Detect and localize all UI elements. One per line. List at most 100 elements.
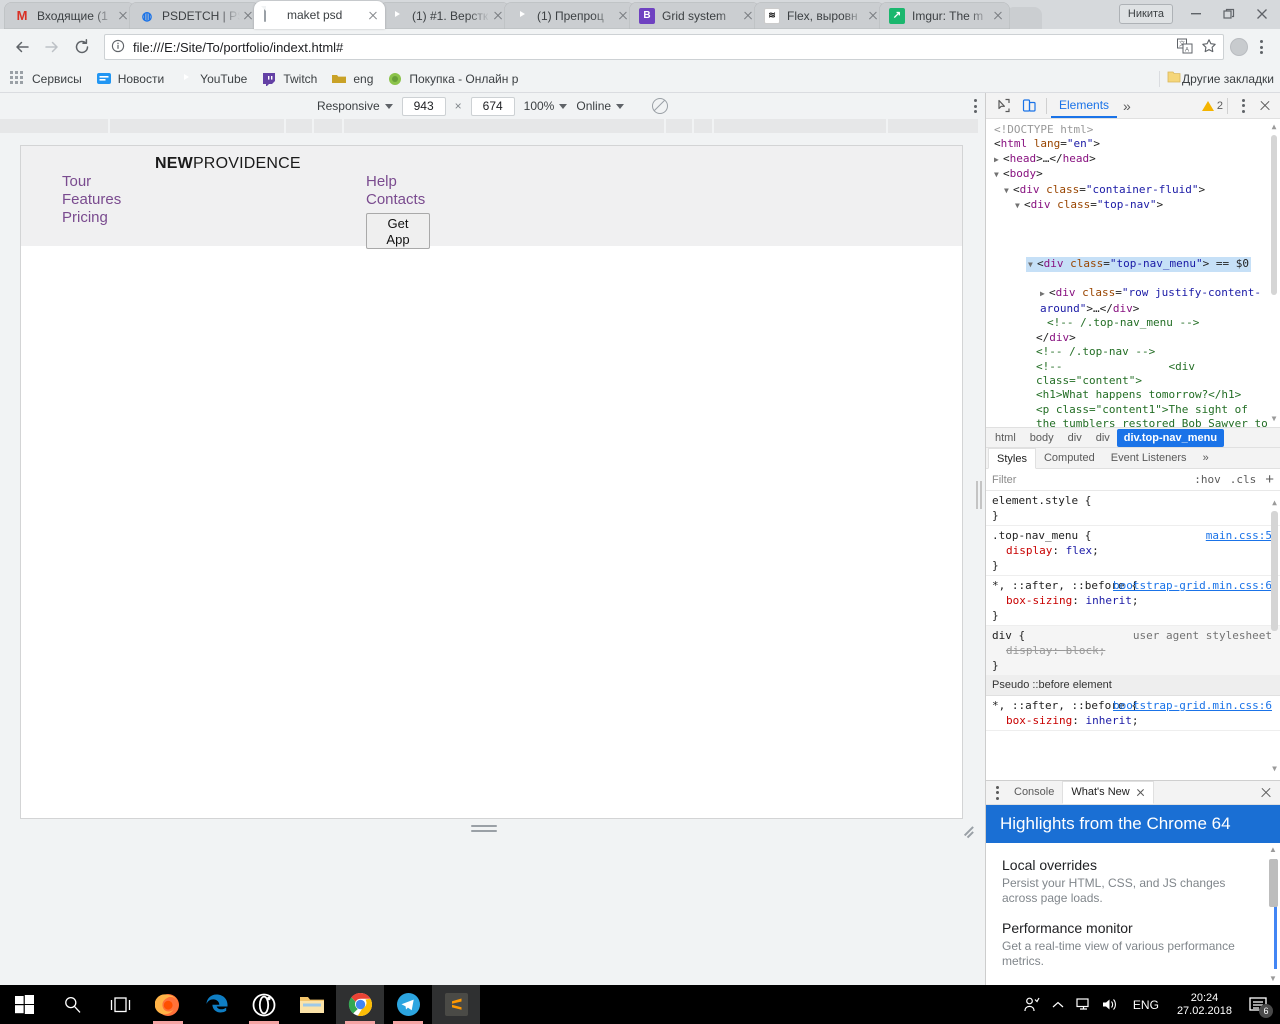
style-rule[interactable]: main.css:5 .top-nav_menu { display: flex… [986,526,1280,576]
whats-new-item[interactable]: Local overrides Persist your HTML, CSS, … [1002,857,1264,906]
search-button[interactable] [48,985,96,1024]
tab-elements[interactable]: Elements [1051,93,1117,118]
tab-close-icon[interactable] [990,8,1006,24]
tab-whats-new[interactable]: What's New [1062,781,1153,804]
style-rule[interactable]: bootstrap-grid.min.css:6 *, ::after, ::b… [986,696,1280,731]
tab-styles[interactable]: Styles [988,448,1036,469]
tab-event-listeners[interactable]: Event Listeners [1103,448,1195,469]
browser-tab[interactable]: (1) Препроц [504,2,635,29]
new-style-rule-button[interactable]: + [1265,474,1274,486]
no-throttling-icon[interactable] [652,98,668,114]
mq-segment[interactable] [888,119,980,133]
style-rule[interactable]: bootstrap-grid.min.css:6 *, ::after, ::b… [986,576,1280,626]
styles-scrollbar[interactable]: ▲ ▼ [1270,493,1279,778]
breadcrumb-selected[interactable]: div.top-nav_menu [1117,429,1224,447]
rule-source-link[interactable]: bootstrap-grid.min.css:6 [1113,698,1272,713]
profile-chip[interactable]: Никита [1119,4,1173,24]
browser-tab[interactable]: M Входящие (1 [4,2,135,29]
page-info-icon[interactable] [111,39,127,55]
cls-toggle[interactable]: .cls [1230,473,1257,486]
throttling-select[interactable]: Online [576,99,624,113]
people-icon[interactable] [1019,985,1045,1024]
telegram-button[interactable] [384,985,432,1024]
breadcrumb-div-1[interactable]: div [1061,429,1089,447]
breadcrumb-div-2[interactable]: div [1089,429,1117,447]
devtools-menu-button[interactable] [1232,93,1254,119]
nav-link-features[interactable]: Features [62,191,121,209]
devtools-splitter[interactable] [976,481,982,509]
bookmark-star-icon[interactable] [1201,38,1217,57]
viewport-width-input[interactable]: 943 [402,97,446,116]
close-icon[interactable] [1245,1,1278,27]
mq-segment[interactable] [314,119,344,133]
more-panels-button[interactable]: » [1117,98,1137,114]
address-bar[interactable]: file:///E:/Site/To/portfolio/indext.html… [104,34,1224,60]
devtools-close-icon[interactable] [1254,95,1276,117]
styles-filter-input[interactable]: Filter [992,474,1185,486]
tab-close-icon[interactable] [365,7,381,23]
rule-source-link[interactable]: main.css:5 [1206,528,1272,543]
rule-declaration[interactable]: box-sizing: inherit; [992,593,1272,608]
clock[interactable]: 20:24 27.02.2018 [1169,992,1240,1018]
chrome-button[interactable] [336,985,384,1024]
device-options-button[interactable] [974,99,977,113]
dom-node[interactable]: <head>…</head> [994,152,1268,167]
language-indicator[interactable]: ENG [1123,998,1169,1012]
scrollbar-thumb[interactable] [1271,135,1277,295]
drawer-menu-button[interactable] [988,786,1006,800]
viewport-corner-resize-handle[interactable] [961,824,973,836]
toggle-device-toolbar-icon[interactable] [1016,94,1042,118]
dom-comment[interactable]: <!-- <div class="content"> <h1>What happ… [994,360,1268,428]
style-rule-user-agent[interactable]: user agent stylesheet div { display: blo… [986,626,1280,676]
browser-tab[interactable]: ↗ Imgur: The m [879,2,1010,29]
rule-declaration[interactable]: box-sizing: inherit; [992,713,1272,728]
mq-segment[interactable] [694,119,714,133]
translate-icon[interactable]: 文A [1177,38,1193,57]
new-tab-button[interactable] [1006,7,1042,29]
scroll-down-icon[interactable]: ▼ [1268,974,1278,983]
warning-count[interactable]: 2 [1202,100,1223,112]
nav-link-help[interactable]: Help [366,173,430,191]
drawer-close-icon[interactable] [1256,783,1276,803]
scroll-down-icon[interactable]: ▼ [1270,415,1278,423]
browser-tab[interactable]: ≋ Flex, выровн [754,2,885,29]
dom-comment[interactable]: <!-- /.top-nav --> [994,345,1268,359]
opera-button[interactable] [240,985,288,1024]
dom-node[interactable]: <html lang="en"> [994,137,1268,151]
mq-segment[interactable] [666,119,694,133]
inspect-element-icon[interactable] [990,94,1016,118]
breadcrumb-body[interactable]: body [1023,429,1061,447]
dom-tree-scrollbar[interactable]: ▲ ▼ [1270,123,1278,423]
network-icon[interactable] [1071,985,1097,1024]
viewport-height-input[interactable]: 674 [471,97,515,116]
bookmark-twitch[interactable]: Twitch [257,68,325,90]
whats-new-item[interactable]: Performance monitor Get a real-time view… [1002,920,1264,969]
mq-segment[interactable] [0,119,110,133]
notifications-button[interactable]: 6 [1240,985,1276,1024]
mq-segment[interactable] [714,119,888,133]
sublime-button[interactable] [432,985,480,1024]
chrome-menu-button[interactable] [1250,34,1272,60]
start-button[interactable] [0,985,48,1024]
styles-more-tabs[interactable]: » [1195,448,1217,469]
dom-node[interactable]: </div> [994,331,1268,345]
mq-segment[interactable] [286,119,314,133]
forward-button[interactable] [38,33,66,61]
tab-computed[interactable]: Computed [1036,448,1103,469]
scroll-down-icon[interactable]: ▼ [1270,761,1279,776]
nav-link-tour[interactable]: Tour [62,173,121,191]
zoom-select[interactable]: 100% [524,99,568,113]
rule-source-link[interactable]: bootstrap-grid.min.css:6 [1113,578,1272,593]
dom-node[interactable]: <!DOCTYPE html> [994,123,1268,137]
hov-toggle[interactable]: :hov [1194,473,1221,486]
scroll-up-icon[interactable]: ▲ [1270,123,1278,131]
scrollbar-thumb[interactable] [1271,511,1278,631]
edge-button[interactable] [192,985,240,1024]
viewport-resize-handle[interactable] [471,825,497,832]
file-explorer-button[interactable] [288,985,336,1024]
dom-node[interactable]: <body> [994,167,1268,182]
rule-declaration[interactable]: display: block; [992,643,1272,658]
bookmark-apps[interactable]: Сервисы [6,68,90,90]
device-select[interactable]: Responsive [317,99,393,113]
nav-link-contacts[interactable]: Contacts [366,191,430,209]
